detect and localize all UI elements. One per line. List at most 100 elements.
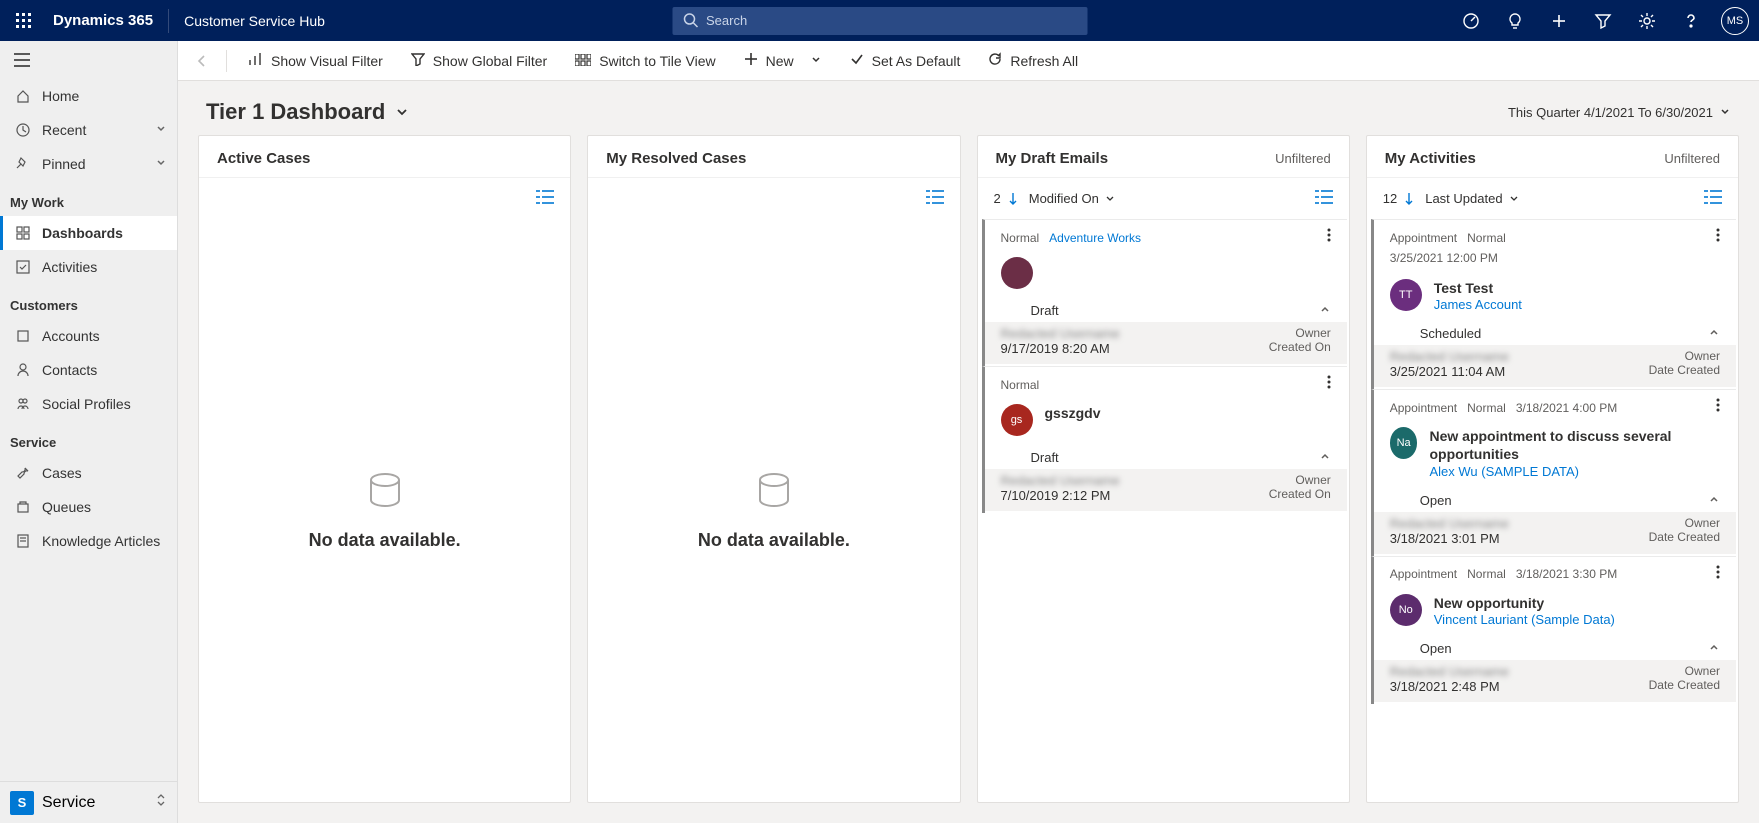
nav-pinned-label: Pinned <box>42 156 86 172</box>
card-created-label: Created On <box>1269 340 1331 354</box>
nav-queues-label: Queues <box>42 499 91 515</box>
tile-sort-field[interactable]: Modified On <box>1029 191 1115 206</box>
chevron-up-icon[interactable] <box>1319 303 1331 318</box>
chevron-down-icon <box>1105 194 1115 204</box>
nav-cases[interactable]: Cases <box>0 456 177 490</box>
activity-card[interactable]: Appointment Normal 3/18/2021 3:30 PM No … <box>1371 556 1736 704</box>
draft-email-card[interactable]: Normal Adventure Works Draft Redacted Us… <box>982 219 1347 366</box>
more-icon[interactable] <box>1327 375 1331 394</box>
activity-card[interactable]: Appointment Normal 3/25/2021 12:00 PM TT… <box>1371 219 1736 389</box>
card-due-date: 3/18/2021 3:30 PM <box>1516 567 1617 581</box>
nav-pinned[interactable]: Pinned <box>0 147 177 181</box>
cmd-set-as-default[interactable]: Set As Default <box>838 41 973 81</box>
draft-email-card[interactable]: Normal gs gsszgdv Draft Redacted Usernam… <box>982 366 1347 513</box>
app-launcher-icon[interactable] <box>10 7 38 35</box>
nav-contacts[interactable]: Contacts <box>0 353 177 387</box>
building-icon <box>14 329 32 343</box>
tile-filter-state[interactable]: Unfiltered <box>1275 151 1331 166</box>
nav-recent[interactable]: Recent <box>0 113 177 147</box>
chevron-up-icon[interactable] <box>1708 326 1720 341</box>
tile-title: My Draft Emails <box>996 150 1109 167</box>
nav-dashboards[interactable]: Dashboards <box>0 216 177 250</box>
chevron-up-icon[interactable] <box>1708 641 1720 656</box>
chevron-down-icon <box>395 105 409 119</box>
tile-sort-field[interactable]: Last Updated <box>1425 191 1518 206</box>
nav-home[interactable]: Home <box>0 79 177 113</box>
card-owner-label: Owner <box>1649 664 1720 678</box>
card-account-link[interactable]: Adventure Works <box>1049 231 1141 245</box>
dashboard-title[interactable]: Tier 1 Dashboard <box>206 99 409 125</box>
list-view-icon[interactable] <box>1315 190 1333 207</box>
chevron-up-icon[interactable] <box>1708 493 1720 508</box>
page-header: Tier 1 Dashboard This Quarter 4/1/2021 T… <box>178 81 1759 135</box>
app-name[interactable]: Dynamics 365 <box>38 12 168 29</box>
drafts-card-list[interactable]: Normal Adventure Works Draft Redacted Us… <box>978 219 1349 802</box>
tile-count-sort[interactable]: 12 <box>1383 191 1415 206</box>
nav-activities[interactable]: Activities <box>0 250 177 284</box>
area-switcher-label: Service <box>42 794 95 812</box>
nav-social-profiles[interactable]: Social Profiles <box>0 387 177 421</box>
activities-card-list[interactable]: Appointment Normal 3/25/2021 12:00 PM TT… <box>1367 219 1738 802</box>
card-created-label: Date Created <box>1649 678 1720 692</box>
more-icon[interactable] <box>1327 228 1331 247</box>
chevron-down-icon <box>1719 106 1731 118</box>
more-icon[interactable] <box>1716 565 1720 584</box>
tile-title: My Activities <box>1385 150 1476 167</box>
target-icon[interactable] <box>1451 1 1491 41</box>
area-switcher[interactable]: S Service <box>0 781 177 823</box>
lightbulb-icon[interactable] <box>1495 1 1535 41</box>
nav-knowledge-label: Knowledge Articles <box>42 533 160 549</box>
card-owner-label: Owner <box>1269 326 1331 340</box>
list-view-icon[interactable] <box>536 190 554 207</box>
card-regarding-link[interactable]: Alex Wu (SAMPLE DATA) <box>1429 464 1720 479</box>
nav-accounts[interactable]: Accounts <box>0 319 177 353</box>
section-service: Service <box>0 421 177 456</box>
gear-icon[interactable] <box>1627 1 1667 41</box>
cmd-show-global-filter[interactable]: Show Global Filter <box>399 41 559 81</box>
back-button[interactable] <box>186 53 218 69</box>
card-status-label: Open <box>1420 641 1452 656</box>
card-regarding-link[interactable]: Vincent Lauriant (Sample Data) <box>1434 612 1615 627</box>
sort-down-icon <box>1007 192 1019 206</box>
tile-count-sort[interactable]: 2 <box>994 191 1019 206</box>
nav-activities-label: Activities <box>42 259 97 275</box>
tile-filter-state[interactable]: Unfiltered <box>1664 151 1720 166</box>
cmd-refresh-all[interactable]: Refresh All <box>976 41 1090 81</box>
user-avatar[interactable]: MS <box>1721 7 1749 35</box>
more-icon[interactable] <box>1716 228 1720 247</box>
hamburger-icon[interactable] <box>0 41 177 79</box>
card-created-label: Date Created <box>1649 530 1720 544</box>
chevron-up-icon[interactable] <box>1319 450 1331 465</box>
area-switcher-letter: S <box>10 791 34 815</box>
card-date: 7/10/2019 2:12 PM <box>1001 488 1120 503</box>
card-priority: Normal <box>1467 567 1506 581</box>
nav-knowledge-articles[interactable]: Knowledge Articles <box>0 524 177 558</box>
list-view-icon[interactable] <box>1704 190 1722 207</box>
chart-icon <box>247 52 263 69</box>
cmd-show-visual-filter[interactable]: Show Visual Filter <box>235 41 395 81</box>
activity-card[interactable]: Appointment Normal 3/18/2021 4:00 PM Na … <box>1371 389 1736 555</box>
nav-queues[interactable]: Queues <box>0 490 177 524</box>
chevron-down-icon <box>810 53 822 69</box>
card-title: gsszgdv <box>1045 404 1101 422</box>
card-activity-type: Appointment <box>1390 567 1457 581</box>
separator <box>226 50 227 72</box>
card-avatar <box>1001 257 1033 289</box>
card-regarding-link[interactable]: James Account <box>1434 297 1522 312</box>
updown-icon <box>155 793 167 812</box>
dashboard-icon <box>14 226 32 240</box>
cmd-new[interactable]: New <box>732 41 834 81</box>
search-input[interactable] <box>672 7 1087 35</box>
cmd-switch-tile-view[interactable]: Switch to Tile View <box>563 41 727 81</box>
date-range-selector[interactable]: This Quarter 4/1/2021 To 6/30/2021 <box>1508 105 1731 120</box>
filter-icon[interactable] <box>1583 1 1623 41</box>
card-title: New appointment to discuss several oppor… <box>1429 427 1720 463</box>
help-icon[interactable] <box>1671 1 1711 41</box>
card-activity-type: Appointment <box>1390 401 1457 415</box>
more-icon[interactable] <box>1716 398 1720 417</box>
chevron-down-icon <box>155 122 167 138</box>
plus-icon[interactable] <box>1539 1 1579 41</box>
list-view-icon[interactable] <box>926 190 944 207</box>
hub-name[interactable]: Customer Service Hub <box>168 9 340 33</box>
left-sidebar: Home Recent Pinned My Work Dashboards Ac… <box>0 41 178 823</box>
